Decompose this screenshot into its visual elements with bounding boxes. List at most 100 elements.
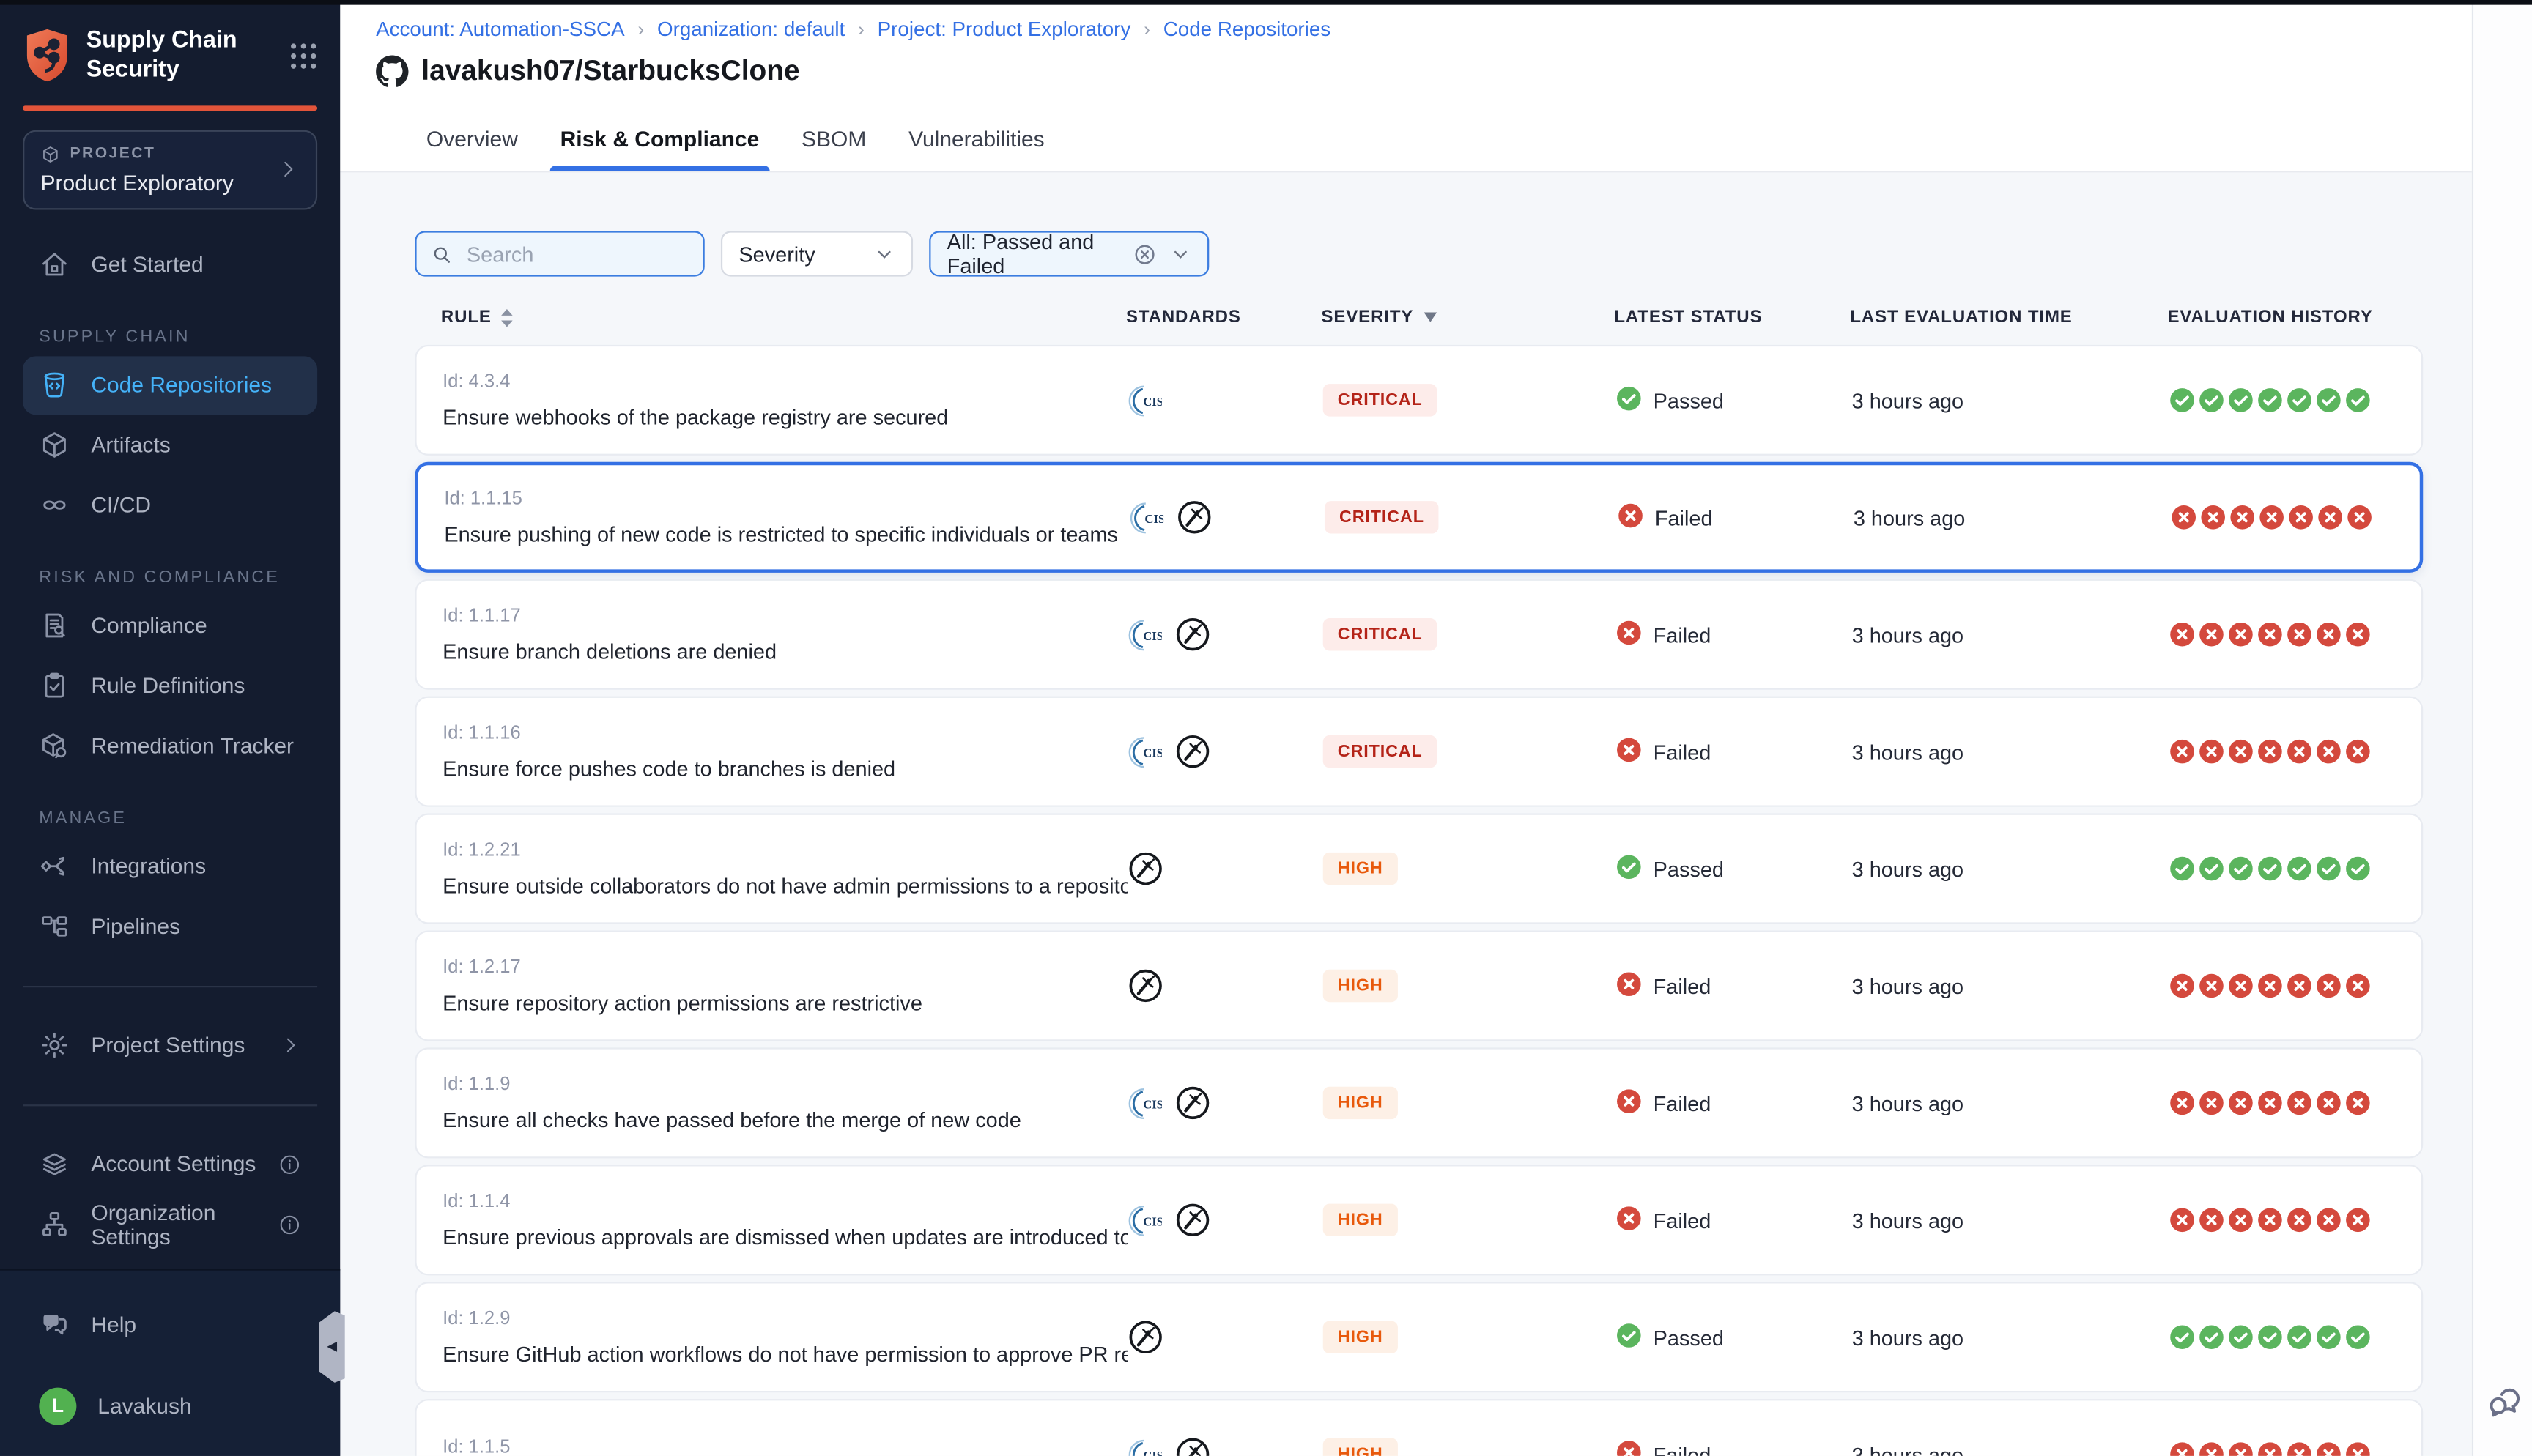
failed-x-icon[interactable] <box>2345 621 2372 647</box>
owasp-standard-icon[interactable] <box>1175 1436 1211 1456</box>
sidebar-item-integrations[interactable]: Integrations <box>23 837 317 896</box>
failed-x-icon[interactable] <box>2169 973 2196 999</box>
cis-standard-icon[interactable]: CIS <box>1128 1086 1162 1121</box>
sidebar-item-cicd[interactable]: CI/CD <box>23 476 317 535</box>
table-row[interactable]: Id: 1.1.4 Ensure previous approvals are … <box>415 1165 2423 1275</box>
failed-x-icon[interactable] <box>2171 505 2197 531</box>
failed-x-icon[interactable] <box>2259 505 2285 531</box>
table-row[interactable]: Id: 1.1.15 Ensure pushing of new code is… <box>415 462 2423 573</box>
failed-x-icon[interactable] <box>1616 1088 1643 1114</box>
failed-x-icon[interactable] <box>2228 1441 2254 1456</box>
failed-x-icon[interactable] <box>2199 973 2225 999</box>
project-selector[interactable]: PROJECT Product Exploratory <box>23 130 317 209</box>
failed-x-icon[interactable] <box>2228 973 2254 999</box>
failed-x-icon[interactable] <box>2169 1207 2196 1233</box>
sidebar-item-get-started[interactable]: Get Started <box>23 236 317 294</box>
failed-x-icon[interactable] <box>2228 738 2254 765</box>
failed-x-icon[interactable] <box>2169 738 2196 765</box>
passed-check-icon[interactable] <box>1616 853 1643 880</box>
breadcrumb-code-repositories[interactable]: Code Repositories <box>1163 18 1330 40</box>
table-row[interactable]: Id: 1.1.17 Ensure branch deletions are d… <box>415 579 2423 690</box>
breadcrumb-account[interactable]: Account: Automation-SSCA <box>376 18 625 40</box>
passed-check-icon[interactable] <box>2199 387 2225 414</box>
sidebar-item-artifacts[interactable]: Artifacts <box>23 416 317 475</box>
sidebar-item-compliance[interactable]: Compliance <box>23 597 317 655</box>
failed-x-icon[interactable] <box>2316 1090 2342 1116</box>
passed-check-icon[interactable] <box>2316 387 2342 414</box>
failed-x-icon[interactable] <box>2199 738 2225 765</box>
failed-x-icon[interactable] <box>2257 1090 2284 1116</box>
passed-check-icon[interactable] <box>2345 855 2372 882</box>
failed-x-icon[interactable] <box>2169 1090 2196 1116</box>
failed-x-icon[interactable] <box>2345 973 2372 999</box>
sidebar-item-pipelines[interactable]: Pipelines <box>23 897 317 956</box>
failed-x-icon[interactable] <box>2169 621 2196 647</box>
table-row[interactable]: Id: 1.2.21 Ensure outside collaborators … <box>415 814 2423 924</box>
sidebar-item-help[interactable]: ? Help <box>23 1295 317 1353</box>
failed-x-icon[interactable] <box>2345 1441 2372 1456</box>
failed-x-icon[interactable] <box>2199 621 2225 647</box>
cis-standard-icon[interactable]: CIS <box>1129 500 1163 535</box>
column-severity[interactable]: SEVERITY <box>1322 308 1615 327</box>
failed-x-icon[interactable] <box>2345 738 2372 765</box>
table-row[interactable]: Id: 1.2.9 Ensure GitHub action workflows… <box>415 1282 2423 1392</box>
failed-x-icon[interactable] <box>2317 505 2344 531</box>
table-row[interactable]: Id: 1.1.9 Ensure all checks have passed … <box>415 1047 2423 1158</box>
failed-x-icon[interactable] <box>2257 1441 2284 1456</box>
passed-check-icon[interactable] <box>2199 1324 2225 1351</box>
failed-x-icon[interactable] <box>2169 1441 2196 1456</box>
failed-x-icon[interactable] <box>2287 738 2313 765</box>
passed-check-icon[interactable] <box>2345 387 2372 414</box>
failed-x-icon[interactable] <box>2345 1090 2372 1116</box>
passed-check-icon[interactable] <box>2257 387 2284 414</box>
passed-check-icon[interactable] <box>2287 1324 2313 1351</box>
sidebar-item-remediation-tracker[interactable]: Remediation Tracker <box>23 717 317 776</box>
feedback-chat-icon[interactable] <box>2485 1381 2524 1420</box>
passed-check-icon[interactable] <box>2169 855 2196 882</box>
sidebar-item-rule-definitions[interactable]: Rule Definitions <box>23 657 317 716</box>
owasp-standard-icon[interactable] <box>1128 851 1163 887</box>
failed-x-icon[interactable] <box>2287 1090 2313 1116</box>
failed-x-icon[interactable] <box>2316 738 2342 765</box>
failed-x-icon[interactable] <box>1616 619 1643 645</box>
passed-check-icon[interactable] <box>2257 855 2284 882</box>
cis-standard-icon[interactable]: CIS <box>1128 735 1162 769</box>
failed-x-icon[interactable] <box>2199 1207 2225 1233</box>
info-icon[interactable] <box>278 1153 301 1175</box>
failed-x-icon[interactable] <box>2316 1441 2342 1456</box>
failed-x-icon[interactable] <box>2287 1441 2313 1456</box>
sidebar-item-organization-settings[interactable]: Organization Settings <box>23 1195 317 1254</box>
passed-check-icon[interactable] <box>2316 855 2342 882</box>
failed-x-icon[interactable] <box>2288 505 2314 531</box>
breadcrumb-project[interactable]: Project: Product Exploratory <box>878 18 1131 40</box>
failed-x-icon[interactable] <box>2229 505 2256 531</box>
passed-check-icon[interactable] <box>2228 387 2254 414</box>
passed-check-icon[interactable] <box>2345 1324 2372 1351</box>
passed-check-icon[interactable] <box>2287 855 2313 882</box>
column-rule[interactable]: RULE <box>441 308 1126 327</box>
failed-x-icon[interactable] <box>2287 973 2313 999</box>
failed-x-icon[interactable] <box>2257 621 2284 647</box>
failed-x-icon[interactable] <box>1616 1205 1643 1231</box>
failed-x-icon[interactable] <box>2287 621 2313 647</box>
failed-x-icon[interactable] <box>2316 1207 2342 1233</box>
status-filter-dropdown[interactable]: All: Passed and Failed <box>929 231 1209 276</box>
failed-x-icon[interactable] <box>2257 973 2284 999</box>
tab-sbom[interactable]: SBOM <box>799 127 870 171</box>
cis-standard-icon[interactable]: CIS <box>1128 617 1162 652</box>
failed-x-icon[interactable] <box>2228 1090 2254 1116</box>
passed-check-icon[interactable] <box>2287 387 2313 414</box>
failed-x-icon[interactable] <box>2347 505 2373 531</box>
failed-x-icon[interactable] <box>2316 621 2342 647</box>
failed-x-icon[interactable] <box>2316 973 2342 999</box>
sidebar-item-project-settings[interactable]: Project Settings <box>23 1017 317 1075</box>
passed-check-icon[interactable] <box>2316 1324 2342 1351</box>
owasp-standard-icon[interactable] <box>1175 1202 1211 1238</box>
clear-filter-icon[interactable] <box>1133 242 1157 266</box>
failed-x-icon[interactable] <box>2287 1207 2313 1233</box>
sidebar-item-code-repositories[interactable]: Code Repositories <box>23 356 317 415</box>
passed-check-icon[interactable] <box>2169 1324 2196 1351</box>
owasp-standard-icon[interactable] <box>1175 1085 1211 1121</box>
failed-x-icon[interactable] <box>1616 736 1643 762</box>
passed-check-icon[interactable] <box>2199 855 2225 882</box>
